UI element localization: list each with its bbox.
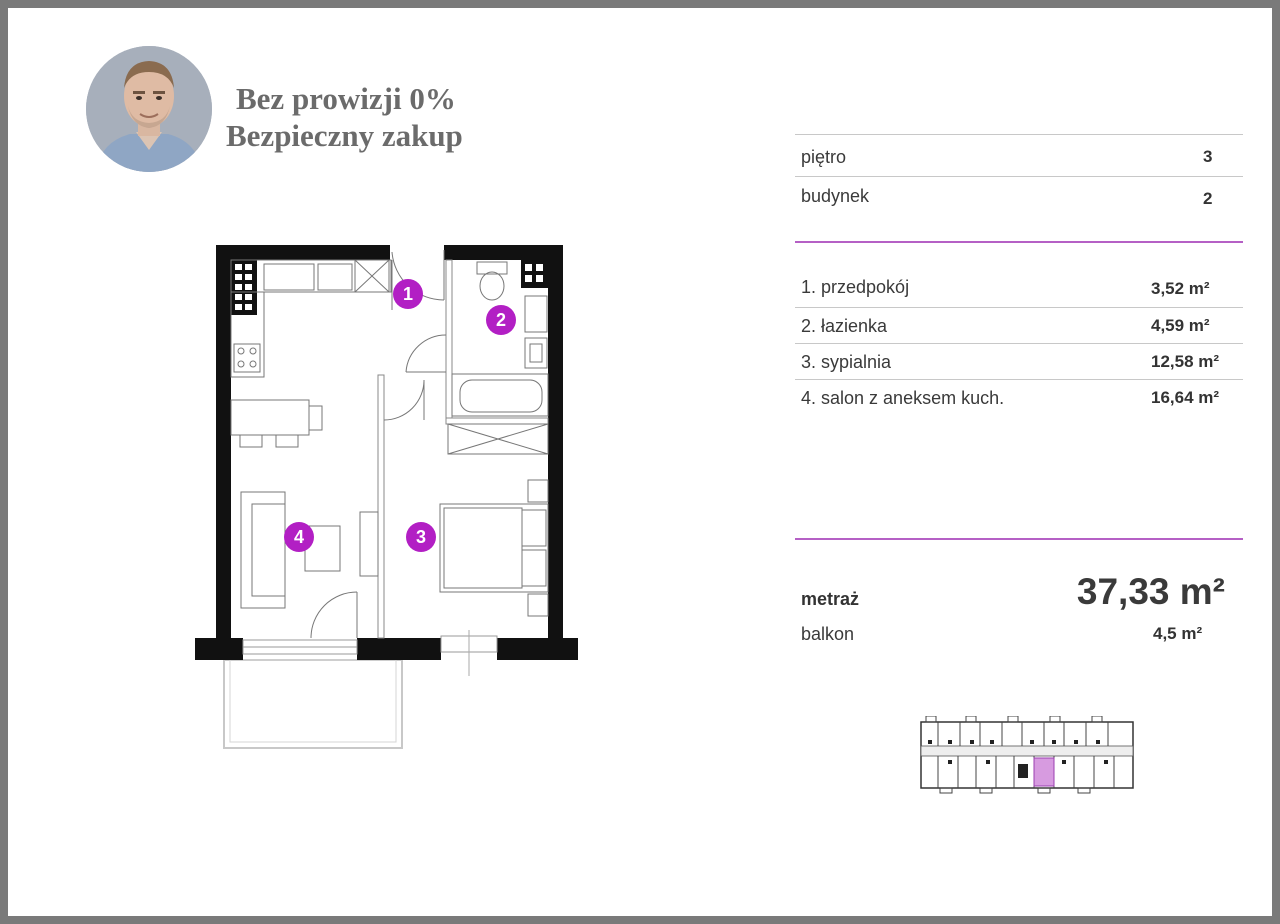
room-badge-4: 4 [284, 522, 314, 552]
room-label: 4. salon z aneksem kuch. [801, 388, 1005, 408]
promo-line-2: Bezpieczny zakup [226, 118, 463, 153]
room-area: 16,64 m² [1151, 388, 1220, 407]
room-badge-2: 2 [486, 305, 516, 335]
divider [795, 343, 1243, 344]
divider [795, 307, 1243, 308]
floor-plan [192, 240, 584, 757]
room-label: 2. łazienka [801, 316, 888, 336]
room-badge-4-label: 4 [293, 527, 304, 547]
balcony-label: balkon [801, 624, 855, 644]
total-area-label: metraż [801, 589, 860, 609]
room-label: 3. sypialnia [801, 352, 892, 372]
room-badge-2-label: 2 [495, 310, 506, 330]
promo-text: Bez prowizji 0% Bezpieczny zakup [226, 80, 463, 154]
building-value: 2 [1203, 189, 1213, 208]
floor-label: piętro [801, 147, 847, 167]
room-badge-1-label: 1 [402, 284, 413, 304]
floor-value: 3 [1203, 147, 1213, 166]
divider [795, 134, 1243, 135]
divider [795, 379, 1243, 380]
room-label: 1. przedpokój [801, 277, 910, 297]
total-area-value: 37,33 m² [1076, 571, 1225, 612]
room-badge-1: 1 [393, 279, 423, 309]
room-badge-3-label: 3 [415, 527, 426, 547]
balcony-value: 4,5 m² [1153, 624, 1203, 643]
divider [795, 176, 1243, 177]
section-divider [795, 538, 1243, 540]
building-key-plan [918, 715, 1138, 799]
section-divider [795, 241, 1243, 243]
promo-line-1: Bez prowizji 0% [236, 81, 456, 116]
building-label: budynek [801, 186, 870, 206]
room-area: 3,52 m² [1151, 279, 1210, 298]
agent-avatar [86, 46, 212, 172]
room-area: 4,59 m² [1151, 316, 1210, 335]
room-area: 12,58 m² [1151, 352, 1220, 371]
room-badge-3: 3 [406, 522, 436, 552]
